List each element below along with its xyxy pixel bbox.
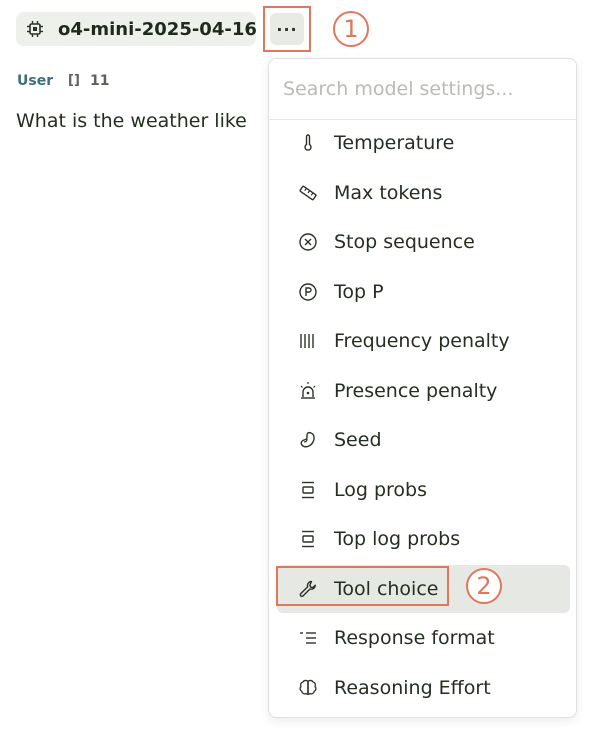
menu-item-response-format[interactable]: Response format xyxy=(277,614,570,662)
menu-item-label: Log probs xyxy=(334,479,428,501)
model-selector[interactable]: o4-mini-2025-04-16 xyxy=(16,12,257,46)
siren-icon xyxy=(297,380,319,402)
menu-item-label: Seed xyxy=(334,429,382,451)
message-text[interactable]: What is the weather like xyxy=(16,110,247,132)
align-center-icon xyxy=(297,528,319,550)
thermometer-icon xyxy=(297,132,319,154)
ruler-icon xyxy=(297,182,319,204)
menu-item-label: Max tokens xyxy=(334,182,443,204)
menu-item-label: Response format xyxy=(334,627,495,649)
more-options-button[interactable]: ··· xyxy=(263,6,311,52)
menu-item-label: Top P xyxy=(334,281,384,303)
model-settings-menu: Temperature Max tokens Stop sequence Top… xyxy=(268,58,577,718)
align-center-icon xyxy=(297,479,319,501)
list-indent-icon xyxy=(297,627,319,649)
circle-p-icon xyxy=(297,281,319,303)
callout-badge-2: 2 xyxy=(466,568,502,604)
brain-icon xyxy=(297,677,319,699)
menu-item-label: Top log probs xyxy=(334,528,461,550)
menu-item-label: Presence penalty xyxy=(334,380,498,402)
menu-item-label: Frequency penalty xyxy=(334,330,510,352)
menu-item-label: Reasoning Effort xyxy=(334,677,491,699)
circle-x-icon xyxy=(297,231,319,253)
menu-item-top-log-probs[interactable]: Top log probs xyxy=(277,515,570,563)
menu-item-max-tokens[interactable]: Max tokens xyxy=(277,169,570,217)
model-name: o4-mini-2025-04-16 xyxy=(58,18,257,40)
wrench-icon xyxy=(297,578,319,600)
message-role-label: User xyxy=(17,73,54,89)
menu-item-label: Stop sequence xyxy=(334,231,475,253)
menu-item-frequency-penalty[interactable]: Frequency penalty xyxy=(277,317,570,365)
token-count: 11 xyxy=(90,73,110,89)
menu-item-presence-penalty[interactable]: Presence penalty xyxy=(277,367,570,415)
menu-item-reasoning-effort[interactable]: Reasoning Effort xyxy=(277,664,570,712)
chip-icon xyxy=(26,19,44,39)
bars-icon xyxy=(297,330,319,352)
menu-item-log-probs[interactable]: Log probs xyxy=(277,466,570,514)
token-icon: [] xyxy=(68,73,80,88)
bean-icon xyxy=(297,429,319,451)
menu-item-tool-choice[interactable]: Tool choice xyxy=(277,565,570,613)
menu-item-label: Tool choice xyxy=(334,578,439,600)
more-horizontal-icon: ··· xyxy=(270,13,304,45)
menu-item-label: Temperature xyxy=(334,132,455,154)
menu-item-stop-sequence[interactable]: Stop sequence xyxy=(277,218,570,266)
menu-item-temperature[interactable]: Temperature xyxy=(277,119,570,167)
menu-item-top-p[interactable]: Top P xyxy=(277,268,570,316)
playground-panel: o4-mini-2025-04-16 ··· 1 User [] 11 What… xyxy=(0,0,604,733)
menu-item-seed[interactable]: Seed xyxy=(277,416,570,464)
callout-badge-1: 1 xyxy=(333,11,369,47)
settings-search-input[interactable] xyxy=(281,75,565,103)
